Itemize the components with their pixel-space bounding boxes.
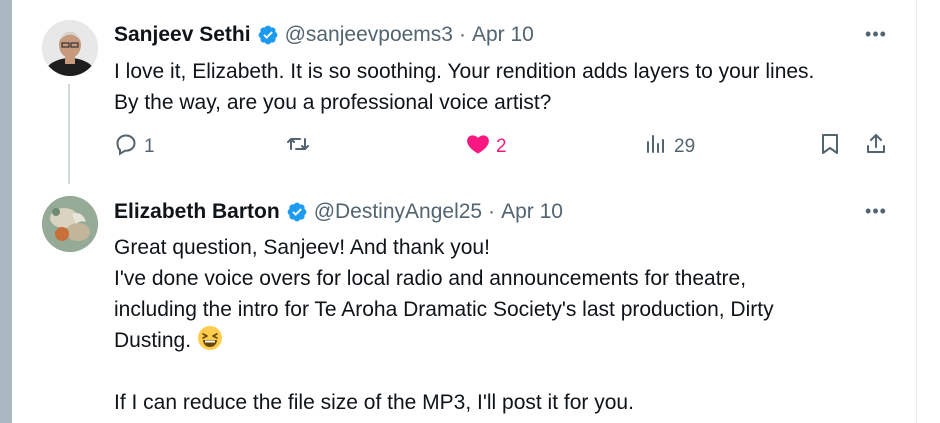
tweet-text-line: I've done voice overs for local radio an…	[114, 267, 747, 290]
tweet-text-line: including the intro for Te Aroha Dramati…	[114, 298, 774, 321]
more-icon[interactable]: •••	[862, 199, 890, 223]
bookmark-icon	[818, 132, 842, 162]
tweet-text-line: By the way, are you a professional voice…	[114, 91, 552, 114]
author-handle[interactable]: @sanjeevpoems3	[285, 23, 453, 47]
tweet-date[interactable]: Apr 10	[472, 23, 534, 47]
heart-icon	[466, 132, 490, 162]
grinning-squinting-emoji-icon	[197, 325, 223, 351]
views-icon	[644, 132, 668, 162]
right-border	[916, 0, 917, 423]
tweet-text: Great question, Sanjeev! And thank you! …	[114, 232, 904, 418]
share-icon	[864, 132, 888, 162]
like-count: 2	[496, 136, 507, 157]
tweet-date[interactable]: Apr 10	[501, 200, 563, 224]
avatar[interactable]	[42, 20, 98, 76]
thread-connector	[68, 84, 70, 184]
author-handle[interactable]: @DestinyAngel25	[314, 200, 482, 224]
left-scroll-rail	[0, 0, 12, 423]
separator-dot: ·	[488, 200, 496, 223]
views-count: 29	[674, 136, 696, 157]
retweet-button[interactable]	[286, 130, 310, 164]
tweet-actions: 1 2 29	[114, 130, 894, 164]
tweet-text-fragment: Dusting.	[114, 329, 192, 352]
share-button[interactable]	[864, 130, 888, 164]
verified-badge-icon	[286, 201, 308, 223]
like-button[interactable]: 2	[466, 130, 507, 164]
tweet-header: Elizabeth Barton @DestinyAngel25 · Apr 1…	[114, 198, 563, 226]
reply-icon	[114, 132, 138, 162]
views-button[interactable]: 29	[644, 130, 695, 164]
tweet-text-line: I love it, Elizabeth. It is so soothing.…	[114, 60, 815, 83]
reply-count: 1	[144, 136, 155, 157]
separator-dot: ·	[458, 23, 466, 46]
bookmark-button[interactable]	[818, 130, 842, 164]
tweet-text: I love it, Elizabeth. It is so soothing.…	[114, 56, 904, 118]
retweet-icon	[286, 132, 310, 162]
author-name[interactable]: Sanjeev Sethi	[114, 23, 251, 47]
tweet-header: Sanjeev Sethi @sanjeevpoems3 · Apr 10	[114, 21, 534, 49]
tweet-text-line: If I can reduce the file size of the MP3…	[114, 391, 634, 414]
avatar[interactable]	[42, 196, 98, 252]
tweet-text-line: Great question, Sanjeev! And thank you!	[114, 236, 490, 259]
reply-button[interactable]: 1	[114, 130, 155, 164]
more-icon[interactable]: •••	[862, 22, 890, 46]
verified-badge-icon	[257, 24, 279, 46]
author-name[interactable]: Elizabeth Barton	[114, 200, 280, 224]
tweet-text-line-with-emoji: Dusting.	[114, 325, 904, 356]
